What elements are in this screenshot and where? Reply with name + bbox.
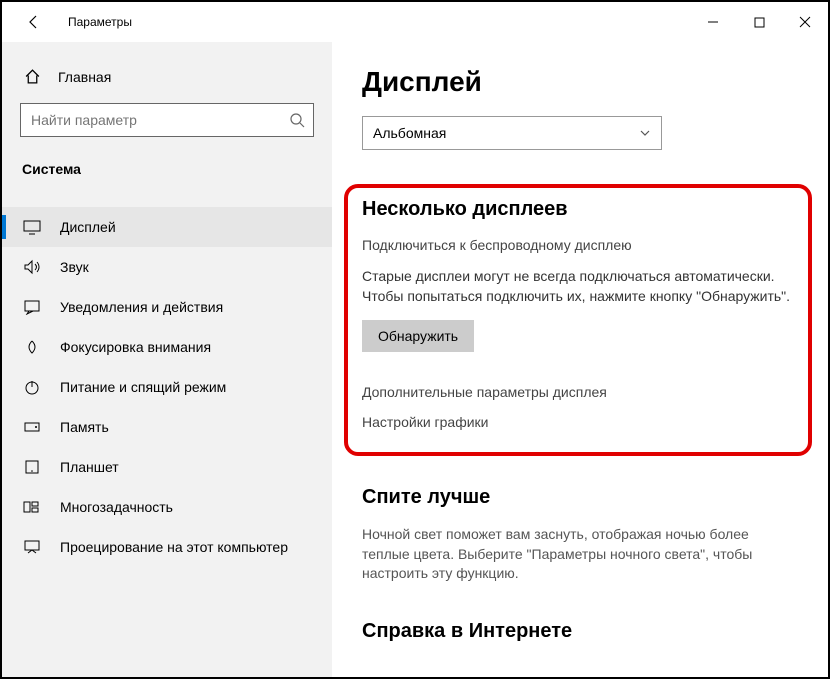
sleep-better-heading: Спите лучше (362, 486, 798, 509)
sidebar-item-label: Звук (60, 259, 89, 275)
help-heading: Справка в Интернете (362, 620, 798, 643)
sidebar-item-display[interactable]: Дисплей (2, 207, 332, 247)
power-icon (22, 379, 42, 395)
orientation-dropdown[interactable]: Альбомная (362, 116, 662, 150)
chevron-down-icon (639, 127, 651, 139)
sidebar-item-label: Многозадачность (60, 499, 173, 515)
sidebar-item-label: Дисплей (60, 219, 116, 235)
minimize-button[interactable] (690, 6, 736, 38)
focus-icon (22, 339, 42, 355)
sidebar-item-label: Питание и спящий режим (60, 379, 226, 395)
home-icon (22, 68, 42, 85)
notifications-icon (22, 299, 42, 315)
detect-button[interactable]: Обнаружить (362, 320, 474, 352)
sleep-better-text: Ночной свет поможет вам заснуть, отображ… (362, 525, 798, 584)
multi-display-heading: Несколько дисплеев (362, 198, 794, 221)
window-title: Параметры (68, 15, 132, 29)
titlebar: Параметры (2, 2, 828, 42)
graphics-settings-link[interactable]: Настройки графики (362, 414, 794, 430)
sidebar-item-notifications[interactable]: Уведомления и действия (2, 287, 332, 327)
sidebar-item-multitasking[interactable]: Многозадачность (2, 487, 332, 527)
back-button[interactable] (18, 6, 50, 38)
sidebar-item-label: Фокусировка внимания (60, 339, 211, 355)
tablet-icon (22, 459, 42, 475)
old-displays-text: Старые дисплеи могут не всегда подключат… (362, 267, 794, 306)
sidebar-nav: Дисплей Звук Уведомления и действия Фоку… (2, 187, 332, 567)
sidebar-item-sound[interactable]: Звук (2, 247, 332, 287)
page-title: Дисплей (362, 66, 798, 98)
sound-icon (22, 259, 42, 275)
orientation-value: Альбомная (373, 125, 446, 141)
sidebar-item-tablet[interactable]: Планшет (2, 447, 332, 487)
sidebar-item-projecting[interactable]: Проецирование на этот компьютер (2, 527, 332, 567)
sidebar-item-storage[interactable]: Память (2, 407, 332, 447)
multitasking-icon (22, 499, 42, 515)
storage-icon (22, 419, 42, 435)
sidebar-item-label: Планшет (60, 459, 119, 475)
sidebar: Главная Система Дисплей Звук Уведомления… (2, 42, 332, 677)
search-icon (289, 112, 305, 128)
window-controls (690, 6, 828, 38)
sidebar-category: Система (2, 147, 332, 187)
sidebar-item-label: Проецирование на этот компьютер (60, 539, 288, 555)
multi-display-highlight: Несколько дисплеев Подключиться к беспро… (344, 184, 812, 456)
display-icon (22, 219, 42, 235)
sidebar-home-label: Главная (58, 69, 111, 85)
wireless-display-link[interactable]: Подключиться к беспроводному дисплею (362, 237, 794, 253)
search-input-container[interactable] (20, 103, 314, 137)
sidebar-item-label: Уведомления и действия (60, 299, 223, 315)
close-button[interactable] (782, 6, 828, 38)
sidebar-item-label: Память (60, 419, 109, 435)
sidebar-item-focus[interactable]: Фокусировка внимания (2, 327, 332, 367)
advanced-display-link[interactable]: Дополнительные параметры дисплея (362, 384, 794, 400)
maximize-button[interactable] (736, 6, 782, 38)
sidebar-home[interactable]: Главная (2, 58, 332, 95)
main-content: Дисплей Альбомная Несколько дисплеев Под… (332, 42, 828, 677)
search-input[interactable] (29, 111, 289, 129)
projecting-icon (22, 539, 42, 555)
sidebar-item-power[interactable]: Питание и спящий режим (2, 367, 332, 407)
